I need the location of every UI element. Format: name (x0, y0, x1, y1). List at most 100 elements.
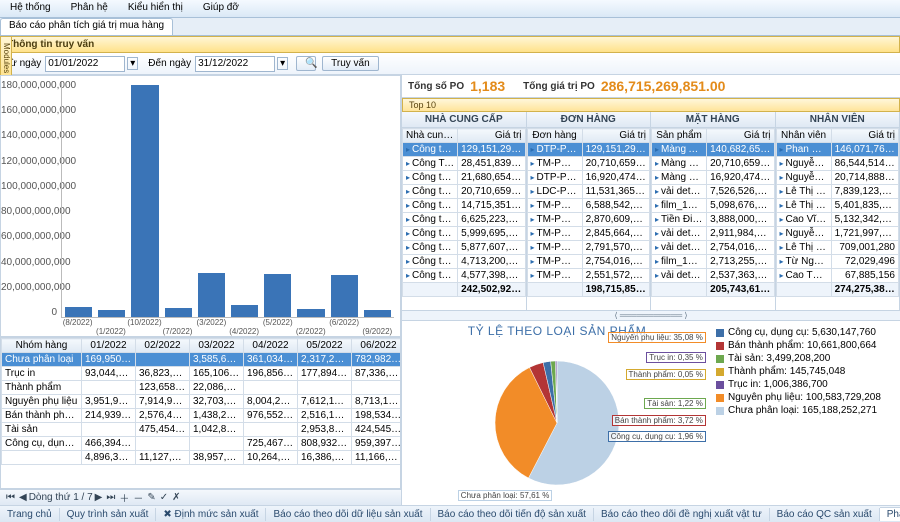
table-row[interactable]: ▸Công ty WER14,715,351,550 (403, 199, 526, 213)
col-header[interactable]: 01/2022 (82, 339, 136, 353)
sidebar-modules-tab[interactable]: Modules (0, 36, 12, 80)
search-icon[interactable]: 🔍 (296, 56, 316, 71)
table-row[interactable]: ▸Công ty BNC5,877,607,638 (403, 241, 526, 255)
col-header[interactable]: Nhà cung cấp (403, 129, 458, 143)
table-row[interactable]: Nguyên phụ liệu3,951,996…7,914,968…32,70… (2, 395, 402, 409)
table-row[interactable]: ▸vải det…2,537,363,491 (652, 269, 775, 283)
cat-header: MẶT HÀNG (651, 112, 776, 127)
table-row[interactable]: ▸DTP-PO…129,151,292,200 (527, 143, 650, 157)
table-row[interactable]: ▸vải det…2,754,016,105 (652, 241, 775, 255)
document-tabs: Báo cáo phân tích giá trị mua hàng (0, 18, 900, 36)
col-header[interactable]: 05/2022 (298, 339, 352, 353)
table-row[interactable]: ▸Cao Thá…67,885,156 (776, 269, 899, 283)
table-row[interactable]: ▸DTP-PO…16,920,474,000 (527, 171, 650, 185)
from-date-input[interactable] (45, 56, 125, 72)
to-date-input[interactable] (195, 56, 275, 72)
table-row[interactable]: ▸Phan Ki…146,071,766,200 (776, 143, 899, 157)
table-row[interactable]: ▸Cao Vĩ T…5,132,342,697 (776, 213, 899, 227)
bottom-tab[interactable]: Báo cáo theo dõi đề nghị xuất vật tư (594, 508, 770, 521)
mini-grid[interactable]: Đơn hàngGiá trị▸DTP-PO…129,151,292,200▸T… (527, 128, 652, 310)
pager-edit-icon[interactable]: ✎ (147, 492, 155, 503)
bottom-tab[interactable]: Phân tích giá trị mua hàng (880, 507, 900, 521)
col-header[interactable]: Giá trị (831, 129, 898, 143)
table-row[interactable]: ▸Lê Thị Ki…7,839,123,492 (776, 185, 899, 199)
pager-prev-icon[interactable]: ◀ (19, 492, 27, 503)
table-row[interactable]: ▸Lê Thị T…5,401,835,495 (776, 199, 899, 213)
col-header[interactable]: 04/2022 (244, 339, 298, 353)
group-grid[interactable]: Nhóm hàng01/202202/202203/202204/202205/… (0, 337, 401, 489)
bottom-tab[interactable]: Trang chủ (0, 508, 60, 521)
bottom-tab[interactable]: Quy trình sản xuất (60, 508, 157, 521)
table-row[interactable]: ▸Công ty TH…4,577,398,079 (403, 269, 526, 283)
table-row[interactable]: ▸Công ty TN…6,625,223,316 (403, 213, 526, 227)
menu-item[interactable]: Phân hệ (61, 0, 118, 17)
table-row[interactable]: ▸Công ty TN…5,999,695,405 (403, 227, 526, 241)
col-header[interactable]: Nhân viên (776, 129, 831, 143)
table-row[interactable]: Công cụ, dụng cụ466,394,0…725,467,0…808,… (2, 437, 402, 451)
table-row[interactable]: ▸TM-PO2…2,870,609,076 (527, 213, 650, 227)
menu-item[interactable]: Hệ thống (0, 0, 61, 17)
table-row[interactable]: ▸Màng A…140,682,657,500 (652, 143, 775, 157)
table-row[interactable]: ▸Màng P…20,710,659,870 (652, 157, 775, 171)
table-row[interactable]: ▸Nguyễn …1,721,997,875 (776, 227, 899, 241)
active-tab[interactable]: Báo cáo phân tích giá trị mua hàng (0, 18, 173, 35)
table-row[interactable]: ▸TM-PO2…6,588,542,851 (527, 199, 650, 213)
table-row[interactable]: ▸Công Ty TN…28,451,839,300 (403, 157, 526, 171)
query-button[interactable]: Truy vấn (322, 56, 379, 71)
col-header[interactable]: Sản phẩm (652, 129, 707, 143)
table-row[interactable]: Bán thành phẩm214,939,9…2,576,484…1,438,… (2, 409, 402, 423)
table-row[interactable]: ▸Tiền Điện3,888,000,000 (652, 213, 775, 227)
col-header[interactable]: Nhóm hàng (2, 339, 82, 353)
pager-add-icon[interactable]: ＋ (119, 490, 129, 505)
pager-remove-icon[interactable]: － (133, 490, 143, 505)
table-row[interactable]: ▸Công ty GrU4,713,200,570 (403, 255, 526, 269)
table-row[interactable]: ▸Nguyễn …86,544,514,960 (776, 157, 899, 171)
table-row[interactable]: ▸vải det…7,526,526,728 (652, 185, 775, 199)
table-row[interactable]: Chưa phân loại169,950,0…3,585,685,…361,0… (2, 353, 402, 367)
col-header[interactable]: Giá trị (707, 129, 774, 143)
bottom-tab[interactable]: Báo cáo theo dõi dữ liệu sản xuất (266, 508, 430, 521)
group-grid-pager[interactable]: ⏮ ◀ Dòng thứ 1 / 7 ▶ ⏭ ＋ － ✎ ✓ ✗ (0, 489, 401, 505)
pager-first-icon[interactable]: ⏮ (6, 492, 15, 503)
col-header[interactable]: Đơn hàng (527, 129, 582, 143)
table-row[interactable]: ▸film_14…5,098,676,315 (652, 199, 775, 213)
table-row[interactable]: ▸TM-PO2…2,754,016,105 (527, 255, 650, 269)
col-header[interactable]: 06/2022 (352, 339, 402, 353)
table-row[interactable]: ▸Từ Nguy…72,029,496 (776, 255, 899, 269)
col-header[interactable]: 02/2022 (136, 339, 190, 353)
bottom-tab[interactable]: ✖ Định mức sản xuất (156, 508, 266, 521)
pager-next-icon[interactable]: ▶ (95, 492, 103, 503)
table-row[interactable]: ▸vải det…2,911,984,648 (652, 227, 775, 241)
col-header[interactable]: Giá trị (458, 129, 525, 143)
col-header[interactable]: Giá trị (582, 129, 649, 143)
menu-item[interactable]: Giúp đỡ (193, 0, 249, 17)
bottom-tab[interactable]: Báo cáo theo dõi tiến độ sản xuất (431, 508, 594, 521)
table-row[interactable]: ▸LDC-PO…11,531,365,300 (527, 185, 650, 199)
table-row[interactable]: ▸Công ty TN…20,710,659,870 (403, 185, 526, 199)
grid-scrollbar[interactable]: ⟨ ═══════════ ⟩ (402, 310, 900, 320)
mini-grid[interactable]: Nhà cung cấpGiá trị▸Công ty TN…129,151,2… (402, 128, 527, 310)
table-row[interactable]: Tài sản475,454,5…1,042,826…2,953,841…424… (2, 423, 402, 437)
col-header[interactable]: 03/2022 (190, 339, 244, 353)
table-row[interactable]: Trục in93,044,71…36,823,25…165,106,5…196… (2, 367, 402, 381)
table-row[interactable]: ▸Công ty DIC21,680,654,474 (403, 171, 526, 185)
table-row[interactable]: ▸Công ty TN…129,151,292,200 (403, 143, 526, 157)
menu-item[interactable]: Kiểu hiển thị (118, 0, 193, 17)
table-row[interactable]: ▸TM-PO2…2,791,570,608 (527, 241, 650, 255)
pager-cancel-icon[interactable]: ✗ (172, 492, 180, 503)
table-row[interactable]: ▸TM-PO…20,710,659,870 (527, 157, 650, 171)
table-row[interactable]: ▸Lê Thị C…709,001,280 (776, 241, 899, 255)
table-row[interactable]: ▸Màng P…16,920,474,000 (652, 171, 775, 185)
table-row[interactable]: ▸film_18…2,713,255,714 (652, 255, 775, 269)
table-row[interactable]: ▸TM-POI…2,845,664,500 (527, 227, 650, 241)
from-date-dropdown-icon[interactable]: ▾ (127, 57, 138, 70)
pager-check-icon[interactable]: ✓ (160, 492, 168, 503)
table-row[interactable]: ▸TM-PO2…2,551,572,061 (527, 269, 650, 283)
table-row[interactable]: ▸Nguyễn …20,714,888,790 (776, 171, 899, 185)
pager-last-icon[interactable]: ⏭ (106, 492, 115, 503)
table-row[interactable]: Thành phẩm123,658,4…22,086,58… (2, 381, 402, 395)
to-date-dropdown-icon[interactable]: ▾ (277, 57, 288, 70)
mini-grid[interactable]: Sản phẩmGiá trị▸Màng A…140,682,657,500▸M… (651, 128, 776, 310)
bottom-tab[interactable]: Báo cáo QC sản xuất (770, 508, 880, 521)
mini-grid[interactable]: Nhân viênGiá trị▸Phan Ki…146,071,766,200… (776, 128, 900, 310)
